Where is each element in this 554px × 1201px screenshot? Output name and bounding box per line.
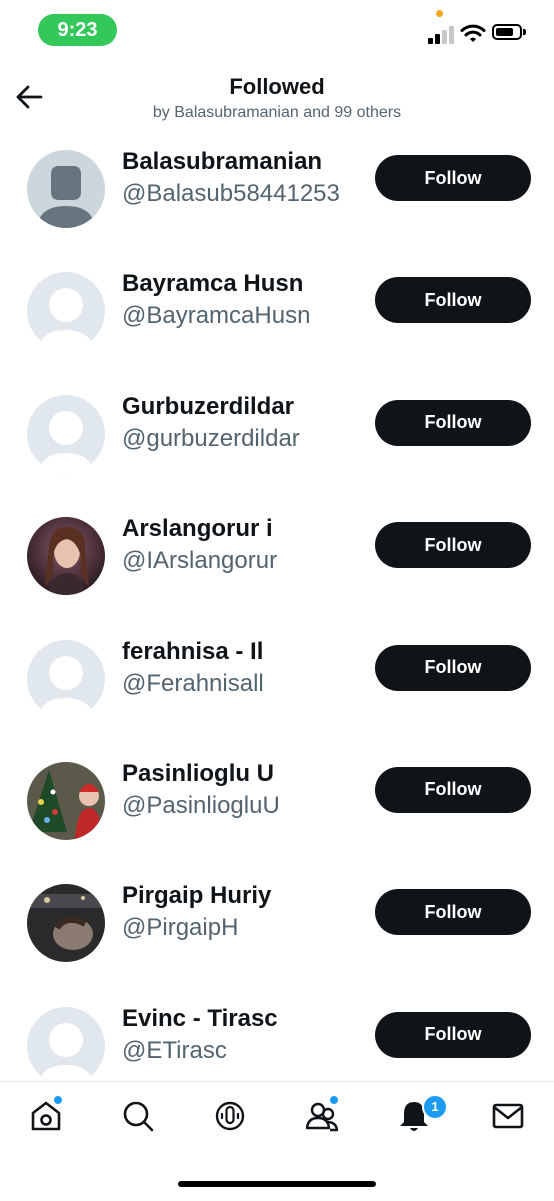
- user-row[interactable]: Gurbuzerdildar @gurbuzerdildar Follow: [0, 381, 554, 503]
- follow-button[interactable]: Follow: [375, 1011, 531, 1058]
- spaces-icon[interactable]: [210, 1096, 250, 1136]
- dark-photo: [27, 884, 105, 963]
- user-name: Evinc - Tirasc: [122, 1004, 278, 1032]
- communities-badge-dot: [330, 1096, 338, 1104]
- follow-button[interactable]: Follow: [375, 277, 531, 324]
- follow-button[interactable]: Follow: [375, 766, 531, 813]
- user-handle: @Balasub58441253: [122, 180, 340, 207]
- user-row[interactable]: Pasinlioglu U @PasinliogluU Follow: [0, 748, 554, 870]
- user-name: Gurbuzerdildar: [122, 392, 295, 420]
- cellular-signal-icon: [428, 24, 456, 44]
- user-handle: @gurbuzerdildar: [122, 424, 300, 452]
- privacy-indicator-dot: [436, 10, 443, 17]
- battery-icon: [492, 24, 526, 40]
- avatar[interactable]: [27, 517, 105, 596]
- default-avatar-icon: [27, 150, 105, 228]
- messages-icon[interactable]: [488, 1096, 528, 1136]
- home-indicator: [178, 1181, 376, 1187]
- avatar[interactable]: [27, 884, 105, 963]
- page-header: Followed by Balasubramanian and 99 other…: [0, 66, 554, 136]
- user-name: Arslangorur i: [122, 515, 273, 543]
- avatar[interactable]: [27, 761, 105, 840]
- page-title: Followed: [229, 74, 325, 99]
- follow-button[interactable]: Follow: [375, 644, 531, 691]
- home-badge-dot: [54, 1096, 62, 1104]
- user-handle: @PirgaipH: [122, 914, 239, 942]
- default-avatar-icon: [27, 1006, 105, 1085]
- user-row[interactable]: ferahnisa - Il @Ferahnisall Follow: [0, 626, 554, 748]
- user-name: Pasinlioglu U: [122, 759, 275, 787]
- avatar[interactable]: [27, 1006, 105, 1085]
- user-name: Bayramca Husn: [122, 270, 304, 298]
- avatar[interactable]: [27, 150, 105, 228]
- default-avatar-icon: [27, 639, 105, 718]
- user-row[interactable]: Bayramca Husn @BayramcaHusn Follow: [0, 258, 554, 380]
- user-row[interactable]: Arslangorur i @IArslangorur Follow: [0, 503, 554, 625]
- portrait-photo: [27, 517, 105, 596]
- user-row[interactable]: Pirgaip Huriy @PirgaipH Follow: [0, 870, 554, 992]
- search-icon[interactable]: [118, 1096, 158, 1136]
- follow-button[interactable]: Follow: [375, 522, 531, 569]
- user-handle: @Ferahnisall: [122, 669, 264, 697]
- wifi-icon: [460, 24, 486, 42]
- user-handle: @ETirasc: [122, 1036, 227, 1064]
- user-row[interactable]: Balasubramanian @Balasub58441253 Follow: [0, 136, 554, 258]
- followers-list: Balasubramanian @Balasub58441253 Follow …: [0, 136, 554, 1115]
- follow-button[interactable]: Follow: [375, 155, 531, 201]
- default-avatar-icon: [27, 272, 105, 351]
- user-name: Pirgaip Huriy: [122, 882, 272, 910]
- user-handle: @IArslangorur: [122, 547, 278, 575]
- page-subtitle: by Balasubramanian and 99 others: [152, 104, 402, 121]
- status-time: 9:23: [38, 14, 117, 46]
- christmas-tree-photo: [27, 761, 105, 840]
- user-handle: @BayramcaHusn: [122, 302, 311, 330]
- status-bar: 9:23: [0, 0, 554, 60]
- user-handle: @PasinliogluU: [122, 791, 280, 819]
- follow-button[interactable]: Follow: [375, 399, 531, 446]
- avatar[interactable]: [27, 639, 105, 718]
- follow-button[interactable]: Follow: [375, 889, 531, 936]
- user-name: Balasubramanian: [122, 148, 323, 175]
- user-name: ferahnisa - Il: [122, 637, 264, 665]
- notification-count-badge: 1: [422, 1094, 448, 1120]
- avatar[interactable]: [27, 394, 105, 473]
- default-avatar-icon: [27, 394, 105, 473]
- avatar[interactable]: [27, 272, 105, 351]
